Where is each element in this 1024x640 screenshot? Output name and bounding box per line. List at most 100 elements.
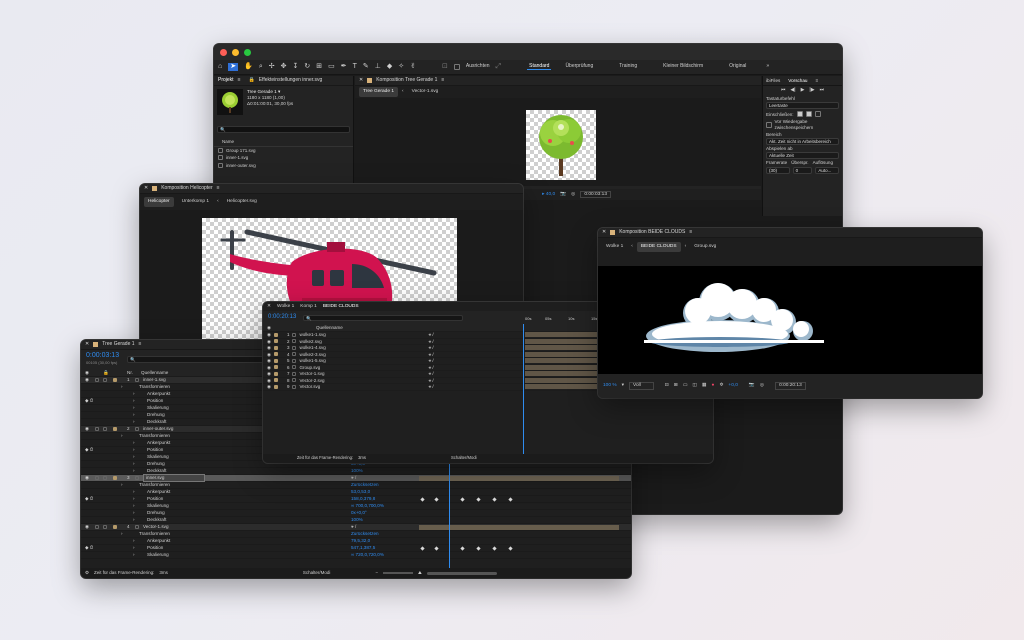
tab-wolke1[interactable]: Wolke 1 xyxy=(602,242,627,252)
tab-unterkomp[interactable]: Unterkomp 1 xyxy=(178,197,213,207)
layer-switch[interactable] xyxy=(103,525,107,529)
expand-arrow-icon[interactable]: › xyxy=(133,496,135,501)
pen-tool-icon[interactable]: ✒ xyxy=(341,63,347,71)
visibility-eye-icon[interactable]: ◉ xyxy=(267,384,271,389)
expand-arrow-icon[interactable]: › xyxy=(133,447,135,452)
close-tab-icon[interactable]: ✕ xyxy=(144,185,148,192)
project-file-item[interactable]: inner-outer.svg xyxy=(214,162,353,169)
zoom-select[interactable]: 100 % xyxy=(603,383,617,389)
range-select[interactable]: Akt. Zeit nicht in Arbeitsbereich xyxy=(766,138,839,146)
timeline-property-row[interactable]: › Ankerpunkt 53,0,53,0 xyxy=(81,489,631,496)
tab-helicopter-svg[interactable]: Helicopter.svg xyxy=(223,197,261,207)
fit-icon[interactable]: ⊡ xyxy=(665,383,669,389)
workspace-training[interactable]: Training xyxy=(619,63,637,70)
expand-arrow-icon[interactable]: › xyxy=(133,391,135,396)
project-file-item[interactable]: Group 171.svg xyxy=(214,147,353,154)
expand-arrow-icon[interactable]: › xyxy=(133,398,135,403)
timeline-group-row[interactable]: › Transformieren Zurücksetzen xyxy=(81,482,631,489)
zoom-tool-icon[interactable]: ⌕ xyxy=(259,63,263,71)
property-value[interactable]: ∞ 720,0,720,0% xyxy=(351,552,384,557)
layer-switch[interactable] xyxy=(103,476,107,480)
timeline-zoom-slider[interactable] xyxy=(383,572,413,574)
tab-beide-clouds[interactable]: BEIDE CLOUDS xyxy=(636,242,681,252)
mask-icon[interactable]: ▭ xyxy=(683,383,688,389)
clouds-viewer[interactable] xyxy=(598,266,982,374)
property-value[interactable]: 100% xyxy=(351,517,363,522)
workspace-standard[interactable]: Standard xyxy=(527,63,552,71)
framerate-select[interactable]: (30) xyxy=(766,166,790,174)
switches-icon[interactable]: ⚹ / xyxy=(428,339,433,344)
expand-arrow-icon[interactable]: › xyxy=(133,503,135,508)
expand-arrow-icon[interactable]: › xyxy=(133,419,135,424)
switches-icon[interactable]: ⚹ / xyxy=(428,352,433,357)
tab-project[interactable]: Projekt xyxy=(218,77,234,84)
expand-arrow-icon[interactable]: › xyxy=(121,384,123,389)
close-window-button[interactable] xyxy=(220,48,227,56)
tab-preview[interactable]: Vorschau xyxy=(788,78,807,83)
exposure-value[interactable]: ▸ 40,0 xyxy=(542,192,555,198)
tab-tree-gerade[interactable]: Tree Gerade 1 xyxy=(359,87,399,97)
expand-arrow-icon[interactable]: › xyxy=(133,468,135,473)
switches-icon[interactable]: ⚹ / xyxy=(428,332,433,337)
camera-icon[interactable]: 📷 xyxy=(749,383,755,389)
comp-timecode[interactable]: 0:00:03:13 xyxy=(580,190,611,199)
tab-beide-clouds[interactable]: BEIDE CLOUDS xyxy=(323,304,359,310)
quality-select[interactable]: Voll xyxy=(629,382,654,390)
visibility-eye-icon[interactable]: ◉ xyxy=(267,352,271,357)
keyframe-icon[interactable] xyxy=(460,497,465,502)
keyframe-icon[interactable] xyxy=(460,546,465,551)
rotate-tool-icon[interactable]: ↻ xyxy=(304,63,310,71)
property-value[interactable]: 158,0,379,8 xyxy=(351,496,375,501)
tab-wolke1[interactable]: Wolke 1 xyxy=(277,304,294,310)
selection-tool-icon[interactable]: ➤ xyxy=(228,62,239,72)
timeline-layer-row[interactable]: ◉ 3 inner.svg ⚹ / xyxy=(81,474,631,482)
snapshot-icon[interactable]: ◎ xyxy=(760,383,764,389)
tab-effect-controls[interactable]: Effekteinstellungen inner.svg xyxy=(259,77,323,84)
last-frame-icon[interactable]: ⏭ xyxy=(820,87,825,94)
layer-switch[interactable] xyxy=(103,378,107,382)
dolly-tool-icon[interactable]: ↧ xyxy=(293,63,299,71)
property-value[interactable]: Zurücksetzen xyxy=(351,531,379,536)
keyframe-icon[interactable] xyxy=(492,546,497,551)
first-frame-icon[interactable]: ⏮ xyxy=(781,87,786,94)
close-tab-icon[interactable]: ✕ xyxy=(267,304,271,310)
switches-icon[interactable]: ⚹ / xyxy=(428,358,433,363)
timeline-timecode[interactable]: 0:00:03:13 xyxy=(86,352,119,360)
property-value[interactable]: 547,1,387,5 xyxy=(351,545,375,550)
pan-tool-icon[interactable]: ✥ xyxy=(281,63,287,71)
brush-tool-icon[interactable]: ✎ xyxy=(363,63,369,71)
layer-switch[interactable] xyxy=(95,378,99,382)
zoom-window-button[interactable] xyxy=(244,48,251,56)
timeline-property-row[interactable]: › Ankerpunkt 79,5,32,0 xyxy=(81,538,631,545)
timeline-property-row[interactable]: › Drehung 0x+0,0° xyxy=(81,510,631,517)
keyframe-icon[interactable] xyxy=(420,546,425,551)
region-icon[interactable]: ◫ xyxy=(692,383,697,389)
layer-switch[interactable] xyxy=(103,427,107,431)
prev-frame-icon[interactable]: ◀| xyxy=(790,87,795,94)
workspace-more-button[interactable]: » xyxy=(766,63,769,70)
property-value[interactable]: 79,5,32,0 xyxy=(351,538,370,543)
property-value[interactable]: ∞ 700,0,700,0% xyxy=(351,503,384,508)
snap-extra-icon[interactable]: ⤢ xyxy=(496,63,502,71)
expand-arrow-icon[interactable]: › xyxy=(133,405,135,410)
tab-komp1[interactable]: Komp 1 xyxy=(300,304,317,310)
keyframe-icon[interactable] xyxy=(492,497,497,502)
timeline-property-row[interactable]: › Skalierung ∞ 720,0,720,0% xyxy=(81,552,631,559)
color-settings-icon[interactable]: ✲ xyxy=(719,383,723,389)
expand-arrow-icon[interactable]: › xyxy=(133,552,135,557)
switches-icon[interactable]: ⚹ / xyxy=(428,365,433,370)
keyframe-icon[interactable] xyxy=(508,546,513,551)
tab-helicopter[interactable]: Helicopter xyxy=(144,197,174,207)
camera-icon[interactable]: 📷 xyxy=(560,192,566,198)
visibility-eye-icon[interactable]: ◉ xyxy=(85,524,89,529)
timeline-scrollbar[interactable] xyxy=(426,571,497,575)
stopwatch-icon[interactable]: ◆ ⏱ xyxy=(85,447,93,452)
visibility-eye-icon[interactable]: ◉ xyxy=(267,378,271,383)
visibility-eye-icon[interactable]: ◉ xyxy=(267,371,271,376)
switches-modes-toggle[interactable]: Schalter/Modi xyxy=(303,570,331,575)
puppet-tool-icon[interactable]: ✌ xyxy=(410,63,416,71)
beide-playhead[interactable] xyxy=(523,324,524,454)
switches-icon[interactable]: ⚹ / xyxy=(428,345,433,350)
switches-icon[interactable]: ⚹ / xyxy=(428,378,433,383)
workspace-original[interactable]: Original xyxy=(729,63,746,70)
